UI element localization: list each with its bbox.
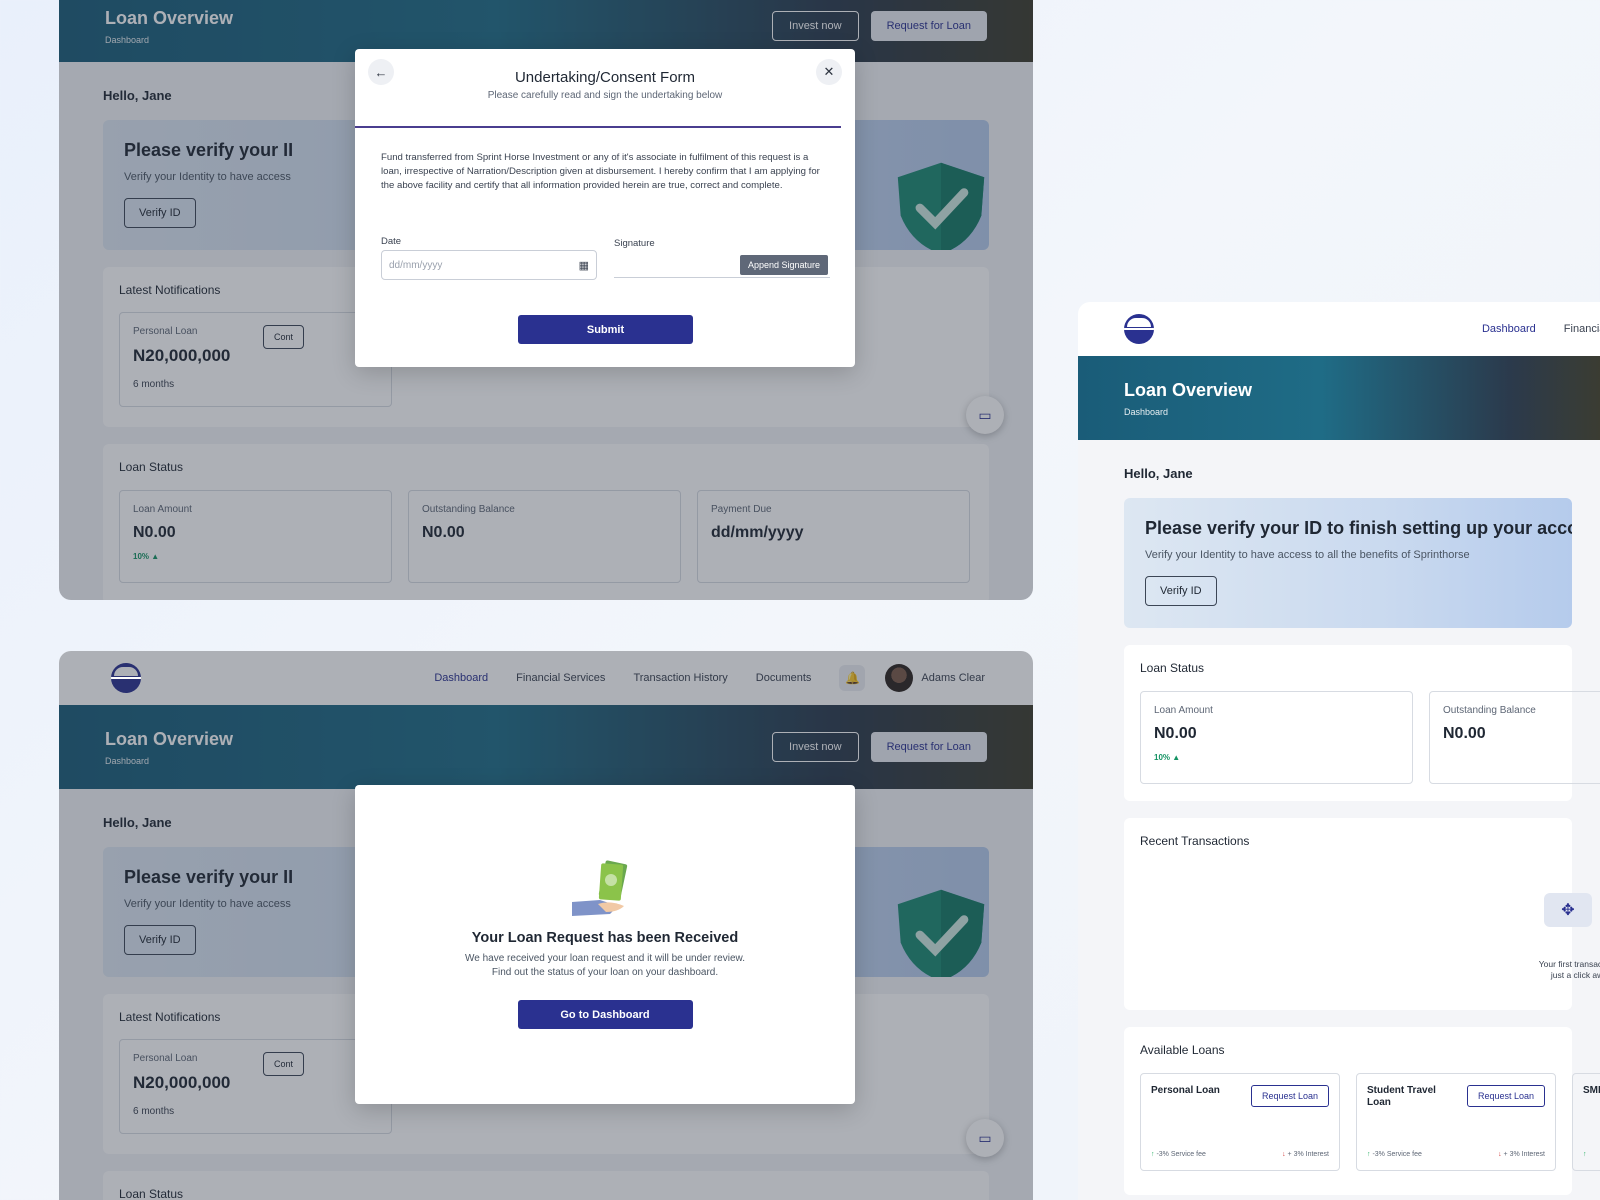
go-to-dashboard-button[interactable]: Go to Dashboard — [517, 1000, 693, 1029]
loan-card-title: Student Travel Loan — [1367, 1085, 1436, 1108]
outstanding-value: N0.00 — [1443, 725, 1486, 742]
fee-text: -3% Service fee — [1372, 1151, 1422, 1158]
received-title: Your Loan Request has been Received — [471, 930, 739, 946]
interest-text: + 3% Interest — [1503, 1151, 1545, 1158]
request-loan-button[interactable]: Request Loan — [1466, 1085, 1545, 1107]
arrow-up-icon: ↑ — [1583, 1151, 1587, 1158]
money-hand-illustration — [572, 860, 628, 916]
loan-card-title: SMI — [1583, 1085, 1600, 1096]
top-nav: Dashboard Financial Ser — [1078, 302, 1600, 356]
arrow-down-icon: ↓ — [1282, 1151, 1286, 1158]
modal-title: Undertaking/Consent Form — [514, 69, 696, 86]
recent-transactions-title: Recent Transactions — [1140, 834, 1250, 848]
append-signature-button[interactable]: Append Signature — [740, 255, 829, 275]
date-input[interactable]: dd/mm/yyyy ▦ — [381, 250, 597, 280]
nav-dashboard[interactable]: Dashboard — [1482, 323, 1536, 335]
change-value: 10% — [1154, 753, 1171, 762]
loan-card-smi: SMI ↑ — [1572, 1073, 1600, 1171]
loan-card-student-travel: Student Travel Loan Request Loan ↑ -3% S… — [1356, 1073, 1556, 1171]
recent-transactions-card: Recent Transactions ✥ Your first transac… — [1124, 818, 1600, 1010]
logo[interactable] — [1124, 314, 1154, 344]
move-icon[interactable]: ✥ — [1544, 893, 1592, 927]
loan-amount-value: N0.00 — [1154, 725, 1197, 742]
dashboard-frame-consent: Loan Overview Dashboard Invest now Reque… — [59, 0, 1033, 600]
dashboard-frame-main: Dashboard Financial Ser Loan Overview Da… — [1078, 302, 1600, 1200]
date-label: Date — [381, 236, 402, 247]
interest-text: + 3% Interest — [1287, 1151, 1329, 1158]
close-button[interactable]: ✕ — [816, 59, 842, 85]
arrow-up-icon: ↑ — [1367, 1151, 1371, 1158]
signature-field[interactable] — [614, 277, 830, 278]
arrow-up-icon: ↑ — [1151, 1151, 1155, 1158]
arrow-left-icon: ← — [374, 64, 388, 80]
loan-status-card: Loan Status Loan Amount N0.00 10% ▲ Outs… — [1124, 645, 1600, 801]
outstanding-balance-box: Outstanding Balance N0.00 — [1429, 691, 1600, 784]
calendar-icon[interactable]: ▦ — [579, 259, 589, 272]
available-loans-title: Available Loans — [1140, 1043, 1225, 1057]
available-loans-card: Available Loans Personal Loan Request Lo… — [1124, 1027, 1600, 1195]
close-icon: ✕ — [823, 64, 835, 79]
greeting: Hello, Jane — [1124, 466, 1193, 481]
page-title: Loan Overview — [1124, 379, 1253, 400]
service-fee: ↑ -3% Service fee — [1151, 1151, 1206, 1158]
loan-card-title: Personal Loan — [1151, 1085, 1220, 1096]
consent-text: Fund transferred from Sprint Horse Inves… — [381, 152, 820, 191]
empty-line-1: Your first transactior — [1538, 959, 1600, 969]
consent-modal: ← ✕ Undertaking/Consent Form Please care… — [355, 49, 855, 367]
service-fee: ↑ -3% Service fee — [1367, 1151, 1422, 1158]
received-text: We have received your loan request and i… — [355, 952, 855, 980]
nav-financial-services[interactable]: Financial Ser — [1564, 323, 1600, 335]
loan-amount-change: 10% ▲ — [1154, 753, 1399, 762]
interest: ↓ + 3% Interest — [1498, 1151, 1545, 1158]
service-fee: ↑ — [1583, 1151, 1587, 1158]
received-line-2: Find out the status of your loan on your… — [491, 967, 719, 978]
verify-title: Please verify your ID to finish setting … — [1145, 518, 1572, 538]
modal-subtitle: Please carefully read and sign the under… — [487, 90, 723, 101]
arrow-down-icon: ↓ — [1498, 1151, 1502, 1158]
loan-amount-box: Loan Amount N0.00 10% ▲ — [1140, 691, 1413, 784]
breadcrumb: Dashboard — [1124, 406, 1169, 417]
outstanding-label: Outstanding Balance — [1443, 705, 1536, 716]
received-line-1: We have received your loan request and i… — [465, 953, 745, 964]
empty-line-2: just a click away. — [1550, 970, 1600, 980]
page-banner: Loan Overview Dashboard — [1078, 356, 1600, 440]
fee-text: -3% Service fee — [1156, 1151, 1206, 1158]
submit-button[interactable]: Submit — [518, 315, 693, 344]
signature-label: Signature — [614, 238, 655, 249]
loan-status-title: Loan Status — [1140, 661, 1205, 675]
caret-up-icon: ▲ — [1172, 753, 1181, 762]
verify-text: Verify your Identity to have access to a… — [1145, 549, 1470, 561]
loan-received-modal: Your Loan Request has been Received We h… — [355, 785, 855, 1104]
back-button[interactable]: ← — [368, 59, 394, 85]
form-progress-bar — [355, 126, 841, 128]
loan-amount-label: Loan Amount — [1154, 705, 1213, 716]
interest: ↓ + 3% Interest — [1282, 1151, 1329, 1158]
loan-card-personal: Personal Loan Request Loan ↑ -3% Service… — [1140, 1073, 1340, 1171]
verify-id-button[interactable]: Verify ID — [1145, 576, 1217, 606]
date-placeholder: dd/mm/yyyy — [389, 260, 443, 271]
empty-state-text: Your first transactior just a click away… — [1494, 959, 1600, 981]
verify-id-banner: Please verify your ID to finish setting … — [1124, 498, 1572, 628]
request-loan-button[interactable]: Request Loan — [1250, 1085, 1329, 1107]
dashboard-frame-received: Dashboard Financial Services Transaction… — [59, 651, 1033, 1200]
